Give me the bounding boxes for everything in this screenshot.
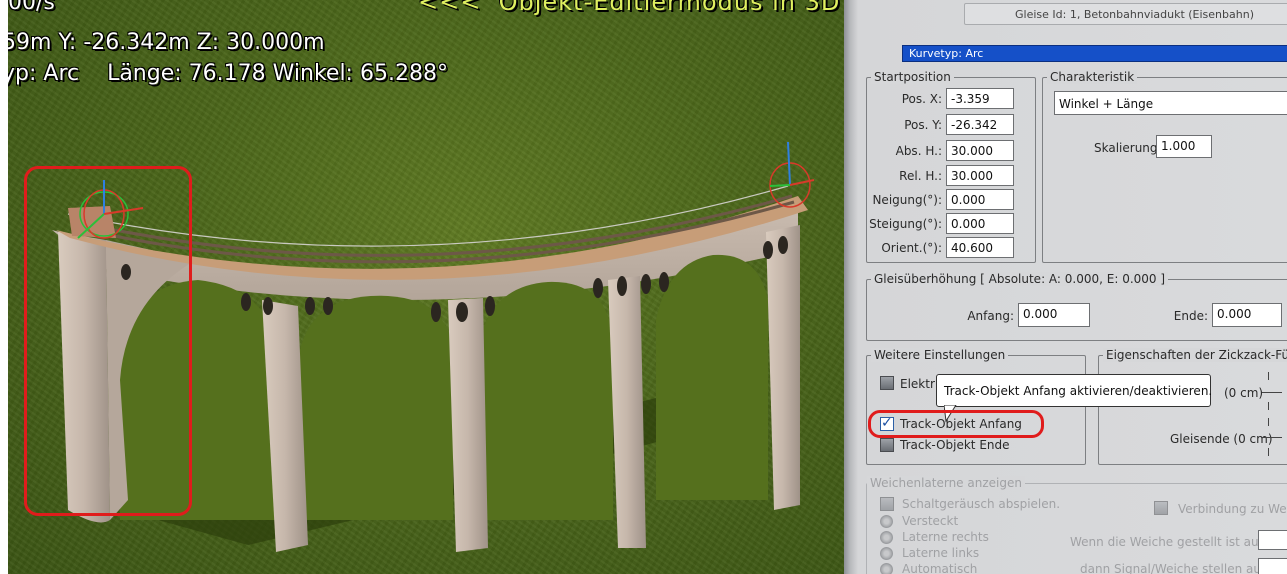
scale-label: Skalierung: [1094, 141, 1162, 155]
zigzag-slider-bottom[interactable] [1262, 437, 1282, 438]
superelevation-start-field[interactable]: 0.000 [1018, 303, 1090, 327]
superelevation-end-label: Ende: [1173, 309, 1208, 323]
switch-then-field[interactable] [1258, 558, 1287, 574]
zigzag-tick [1268, 448, 1269, 456]
checkbox-highlight-annotation [868, 410, 1044, 438]
scale-field[interactable]: 1.000 [1156, 135, 1212, 158]
pier-highlight-annotation [24, 166, 192, 516]
hud-speed: 00/s [8, 0, 55, 15]
superelevation-end-field[interactable]: 0.000 [1212, 303, 1282, 327]
switch-then-label: dann Signal/Weiche stellen auf: [1080, 562, 1269, 574]
pos-x-label: Pos. X: [901, 92, 942, 106]
3d-viewport[interactable]: 00/s 59m Y: -26.342m Z: 30.000m yp: Arc … [8, 0, 844, 574]
more-settings-title: Weitere Einstellungen [871, 348, 1009, 362]
tooltip-track-object-start: Track-Objekt Anfang aktivieren/deaktivie… [936, 374, 1212, 407]
panel-title-bar: Gleise Id: 1, Betonbahnviadukt (Eisenbah… [964, 3, 1287, 25]
zigzag-track-end-label: Gleisende (0 cm) [1170, 432, 1273, 446]
superelevation-start-label: Anfang: [967, 309, 1014, 323]
lamp-hidden-label: Versteckt [902, 514, 959, 528]
pos-y-field[interactable]: -26.342 [946, 114, 1014, 135]
orientation-label: Orient.(°): [881, 241, 942, 255]
neigung-label: Neigung(°): [872, 193, 942, 207]
pos-y-label: Pos. Y: [904, 118, 942, 132]
zigzag-tick [1268, 372, 1269, 380]
pos-x-field[interactable]: -3.359 [946, 88, 1014, 109]
electrified-label: Elektr [900, 377, 935, 391]
track-object-end-checkbox[interactable] [880, 438, 894, 452]
zigzag-tick [1268, 402, 1269, 410]
zigzag-value: (0 cm) [1224, 386, 1264, 400]
viaduct-pier-5 [766, 225, 800, 510]
superelevation-title: Gleisüberhöhung [ Absolute: A: 0.000, E:… [871, 272, 1169, 286]
hud-coordinates: 59m Y: -26.342m Z: 30.000m [8, 30, 325, 55]
switch-sound-checkbox[interactable] [880, 497, 894, 511]
curve-type-value: Kurvetyp: Arc [909, 47, 984, 60]
lamp-hidden-radio[interactable] [880, 515, 893, 528]
switch-connection-checkbox[interactable] [1154, 501, 1168, 515]
lamp-auto-radio[interactable] [880, 563, 893, 574]
lamp-left-label: Laterne links [902, 546, 980, 560]
lamp-left-radio[interactable] [880, 547, 893, 560]
viaduct-pier-3 [448, 298, 488, 552]
startposition-title: Startposition [871, 70, 954, 84]
switch-lamp-title: Weichenlaterne anzeigen [867, 476, 1025, 490]
switch-connection-label: Verbindung zu Wei [1178, 502, 1287, 516]
orientation-field[interactable]: 40.600 [946, 237, 1014, 258]
steigung-label: Steigung(°): [869, 217, 942, 231]
lamp-right-label: Laterne rechts [902, 530, 989, 544]
electrified-checkbox[interactable] [880, 376, 894, 390]
zigzag-slider-top[interactable] [1262, 392, 1282, 393]
properties-panel: Gleise Id: 1, Betonbahnviadukt (Eisenbah… [844, 0, 1287, 574]
zigzag-tick [1268, 418, 1269, 426]
hud-edit-mode-banner: <<< Objekt-Editiermodus in 3D ist a [418, 0, 841, 16]
lamp-auto-label: Automatisch [902, 562, 978, 574]
curve-type-select[interactable]: Kurvetyp: Arc [902, 45, 1287, 62]
viaduct-pier-4 [608, 276, 646, 548]
abs-height-field[interactable]: 30.000 [946, 140, 1014, 161]
charakteristik-title: Charakteristik [1047, 70, 1138, 84]
switch-when-label: Wenn die Weiche gestellt ist auf: [1070, 535, 1267, 549]
hud-curve-info: yp: Arc Länge: 76.178 Winkel: 65.288° [8, 61, 448, 86]
switch-sound-label: Schaltgeräusch abspielen. [902, 497, 1061, 511]
rel-height-field[interactable]: 30.000 [946, 165, 1014, 186]
zigzag-group: Eigenschaften der Zickzack-Fü [1098, 348, 1287, 465]
abs-height-label: Abs. H.: [895, 144, 942, 158]
neigung-field[interactable]: 0.000 [946, 189, 1014, 210]
zigzag-title: Eigenschaften der Zickzack-Fü [1103, 348, 1287, 362]
track-object-end-label: Track-Objekt Ende [900, 438, 1010, 452]
lamp-right-radio[interactable] [880, 531, 893, 544]
switch-when-field[interactable] [1258, 530, 1287, 550]
charakteristik-mode-select[interactable]: Winkel + Länge [1054, 91, 1287, 115]
rel-height-label: Rel. H.: [899, 169, 942, 183]
panel-title: Gleise Id: 1, Betonbahnviadukt (Eisenbah… [1015, 8, 1254, 21]
steigung-field[interactable]: 0.000 [946, 213, 1014, 234]
